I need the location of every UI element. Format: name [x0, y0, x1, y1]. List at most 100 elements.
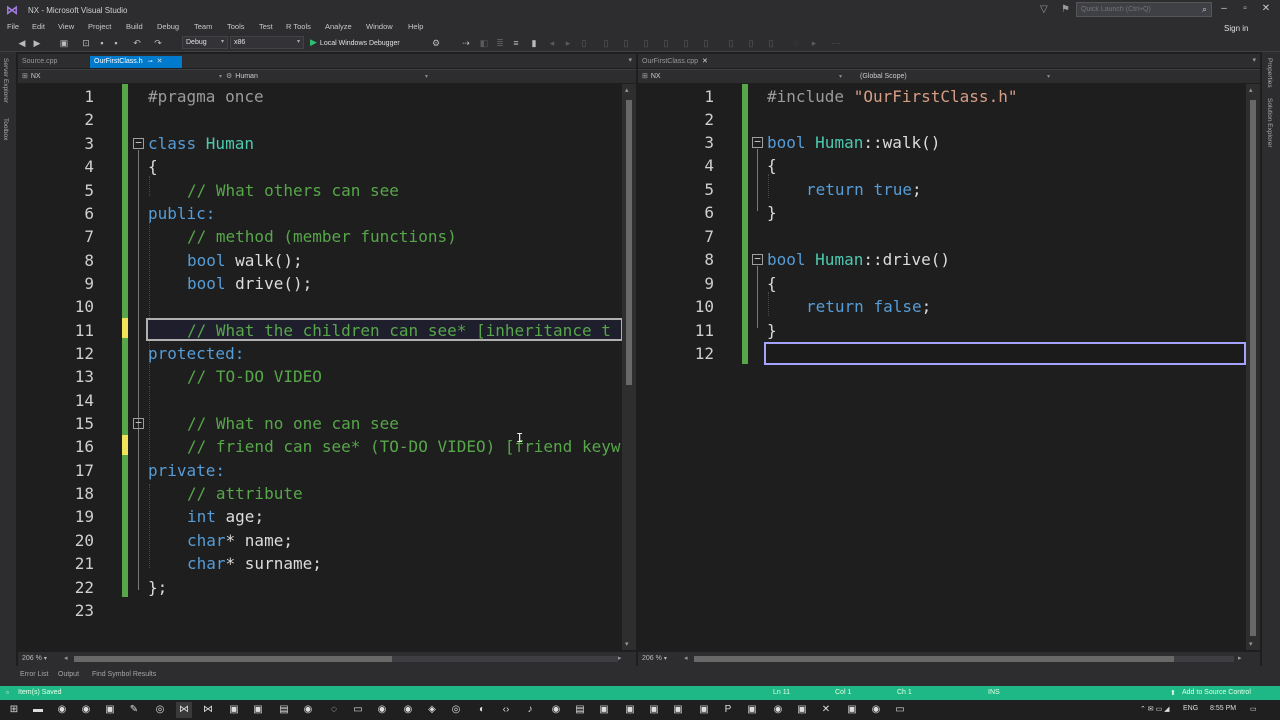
maximize-button[interactable]: ▫ — [1235, 2, 1255, 16]
save-all-icon[interactable]: ▪ — [110, 37, 122, 49]
vertical-scrollbar[interactable]: ▴ ▾ — [622, 84, 636, 650]
clock-time[interactable]: 8:55 PM — [1210, 705, 1236, 712]
menu-window[interactable]: Window — [366, 22, 393, 31]
file-explorer-icon[interactable]: ▬ — [30, 702, 46, 718]
close-icon[interactable]: ✕ — [157, 58, 163, 65]
browser-icon[interactable]: ◉ — [78, 702, 94, 718]
solution-configuration-select[interactable]: Debug ▾ — [182, 36, 228, 49]
tab-ourfirstclass-h[interactable]: OurFirstClass.h ⊸ ✕ — [90, 56, 182, 68]
spotify-icon[interactable]: ◉ — [400, 702, 416, 718]
app-icon[interactable]: ◐ — [474, 702, 490, 718]
tool-icon[interactable]: ▸ — [808, 37, 820, 49]
zoom-level[interactable]: 206 % ▾ — [642, 655, 667, 662]
menu-test[interactable]: Test — [259, 22, 273, 31]
app-icon[interactable]: ▣ — [250, 702, 266, 718]
app-icon[interactable]: ▣ — [622, 702, 638, 718]
app-icon[interactable]: ◉ — [548, 702, 564, 718]
server-explorer-tab[interactable]: Server Explorer — [2, 58, 9, 103]
scroll-left-icon[interactable]: ◂ — [64, 654, 68, 662]
tool-icon[interactable]: ▯ — [725, 37, 737, 49]
save-icon[interactable]: ▪ — [96, 37, 108, 49]
app-icon[interactable]: ‹› — [498, 702, 514, 718]
app-icon[interactable]: ▣ — [670, 702, 686, 718]
app-icon[interactable]: ▭ — [350, 702, 366, 718]
collapse-toggle-icon[interactable]: − — [133, 417, 144, 429]
tab-output[interactable]: Output — [58, 671, 79, 678]
align-icon[interactable]: ≣ — [494, 37, 506, 49]
solution-platform-select[interactable]: x86 ▾ — [230, 36, 304, 49]
app-icon[interactable]: ▣ — [844, 702, 860, 718]
app-icon[interactable]: ▣ — [226, 702, 242, 718]
windows-start-icon[interactable]: ⊞ — [6, 702, 22, 718]
scroll-right-icon[interactable]: ▸ — [1238, 654, 1242, 662]
app-icon[interactable]: ▣ — [596, 702, 612, 718]
app-icon[interactable]: ▣ — [646, 702, 662, 718]
collapse-toggle-icon[interactable]: − — [752, 136, 763, 148]
indent-icon[interactable]: ▯ — [640, 37, 652, 49]
app-icon[interactable]: ▭ — [892, 702, 908, 718]
scroll-up-icon[interactable]: ▴ — [1249, 86, 1253, 94]
search-icon[interactable]: ⌕ — [1202, 4, 1207, 15]
forward-icon[interactable]: ▶ — [31, 37, 43, 49]
vertical-scrollbar[interactable]: ▴ ▾ — [1246, 84, 1260, 650]
replace-icon[interactable]: ▯ — [700, 37, 712, 49]
app-icon[interactable]: ◎ — [152, 702, 168, 718]
solution-explorer-tab[interactable]: Solution Explorer — [1266, 98, 1273, 148]
hscroll-thumb[interactable] — [74, 656, 392, 662]
chrome-icon[interactable]: ◉ — [54, 702, 70, 718]
menu-tools[interactable]: Tools — [227, 22, 245, 31]
open-file-icon[interactable]: ⊡ — [80, 37, 92, 49]
tab-ourfirstclass-cpp[interactable]: OurFirstClass.cpp ✕ — [638, 56, 738, 68]
quick-launch-input[interactable] — [1077, 3, 1193, 16]
scroll-down-icon[interactable]: ▾ — [625, 640, 629, 648]
app-icon[interactable]: ▤ — [572, 702, 588, 718]
redo-icon[interactable]: ↷ — [152, 37, 164, 49]
app-icon[interactable]: ◌ — [326, 702, 342, 718]
hscroll-thumb[interactable] — [694, 656, 1174, 662]
menu-project[interactable]: Project — [88, 22, 111, 31]
menu-help[interactable]: Help — [408, 22, 423, 31]
app-icon[interactable]: ▣ — [744, 702, 760, 718]
back-icon[interactable]: ◀ — [16, 37, 28, 49]
collapse-toggle-icon[interactable]: − — [133, 137, 144, 149]
menu-r-tools[interactable]: R Tools — [286, 22, 311, 31]
start-debugging-button[interactable]: ▶ Local Windows Debugger — [310, 36, 400, 49]
menu-edit[interactable]: Edit — [32, 22, 45, 31]
scroll-thumb[interactable] — [1250, 100, 1256, 636]
attach-icon[interactable]: ⚙ — [430, 37, 442, 49]
app-icon[interactable]: ▣ — [794, 702, 810, 718]
tool-icon[interactable]: ▯ — [765, 37, 777, 49]
app-icon[interactable]: ◉ — [374, 702, 390, 718]
code-editor[interactable]: 1 2 3 4 5 6 7 8 9 10 11 12 − − #include … — [638, 84, 1260, 650]
comment-icon[interactable]: ▯ — [600, 37, 612, 49]
zoom-level[interactable]: 206 % ▾ — [22, 655, 47, 662]
next-bookmark-icon[interactable]: ▸ — [562, 37, 574, 49]
properties-tab[interactable]: Properties — [1266, 58, 1273, 88]
uncomment-icon[interactable]: ▯ — [620, 37, 632, 49]
tab-list-dropdown-icon[interactable]: ▾ — [628, 56, 632, 64]
menu-build[interactable]: Build — [126, 22, 143, 31]
scope-combo[interactable]: (Global Scope) ▾ — [860, 72, 1050, 83]
app-icon[interactable]: ✎ — [126, 702, 142, 718]
app-icon[interactable]: ▣ — [696, 702, 712, 718]
scope-combo[interactable]: ⚙ Human ▾ — [226, 72, 428, 83]
input-language[interactable]: ENG — [1183, 705, 1198, 712]
filter-icon[interactable]: ▽ — [1040, 4, 1048, 15]
scroll-up-icon[interactable]: ▴ — [625, 86, 629, 94]
app-icon[interactable]: ◎ — [448, 702, 464, 718]
toolbox-tab[interactable]: Toolbox — [2, 118, 9, 140]
menu-analyze[interactable]: Analyze — [325, 22, 352, 31]
outdent-icon[interactable]: ▯ — [660, 37, 672, 49]
clear-bookmarks-icon[interactable]: ▯ — [578, 37, 590, 49]
vscode-icon[interactable]: ⋈ — [200, 702, 216, 718]
breakpoint-icon[interactable]: ◧ — [478, 37, 490, 49]
tray-icons[interactable]: ⌃ ✉ ▭ ◢ — [1140, 705, 1170, 713]
close-icon[interactable]: ✕ — [702, 58, 708, 65]
app-icon[interactable]: ♪ — [522, 702, 538, 718]
tab-find-symbol-results[interactable]: Find Symbol Results — [92, 671, 156, 678]
app-icon[interactable]: ◉ — [300, 702, 316, 718]
scroll-right-icon[interactable]: ▸ — [618, 654, 622, 662]
notifications-icon[interactable]: ▭ — [1250, 705, 1257, 713]
scroll-thumb[interactable] — [626, 100, 632, 385]
tab-error-list[interactable]: Error List — [20, 671, 48, 678]
